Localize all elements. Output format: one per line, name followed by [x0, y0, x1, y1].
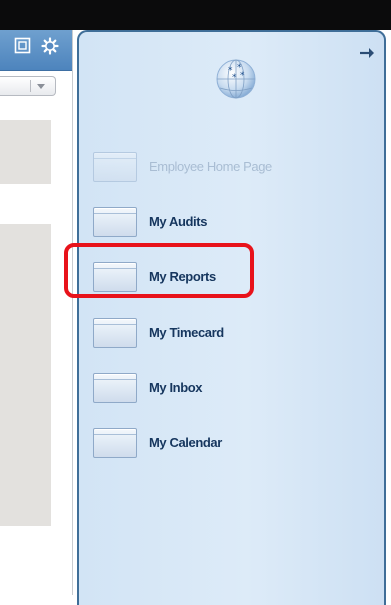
nav-item-label: Employee Home Page: [149, 159, 272, 174]
chevron-down-icon: [37, 84, 45, 89]
nav-item-employee-home-page: Employee Home Page: [93, 152, 353, 182]
nav-item-my-calendar[interactable]: My Calendar: [93, 428, 353, 458]
gear-icon[interactable]: [41, 37, 59, 55]
nav-item-tile: [93, 152, 137, 182]
window-icon[interactable]: [14, 37, 31, 54]
dropdown-select[interactable]: [0, 76, 56, 96]
arrow-right-icon[interactable]: [359, 46, 375, 58]
nav-item-tile: [93, 207, 137, 237]
nav-item-my-inbox[interactable]: My Inbox: [93, 373, 353, 403]
nav-item-label: My Inbox: [149, 380, 203, 395]
globe-stars-icon: * * * *: [214, 57, 258, 101]
svg-text:*: *: [232, 73, 237, 83]
nav-item-label: My Calendar: [149, 435, 222, 450]
dropdown-separator: [30, 80, 31, 92]
nav-item-my-audits[interactable]: My Audits: [93, 207, 353, 237]
content-panel: [0, 120, 51, 184]
nav-item-my-timecard[interactable]: My Timecard: [93, 318, 353, 348]
navigation-panel: * * * * Employee Home Page My Audits My …: [77, 30, 386, 605]
svg-text:*: *: [240, 71, 245, 81]
nav-item-tile: [93, 428, 137, 458]
nav-item-tile: [93, 373, 137, 403]
content-panel: [0, 224, 51, 526]
top-bar: [0, 0, 391, 30]
nav-item-tile: [93, 318, 137, 348]
nav-item-label: My Audits: [149, 214, 208, 229]
highlight-annotation: [64, 243, 254, 298]
nav-item-label: My Timecard: [149, 325, 224, 340]
background-window-header: [0, 30, 72, 71]
